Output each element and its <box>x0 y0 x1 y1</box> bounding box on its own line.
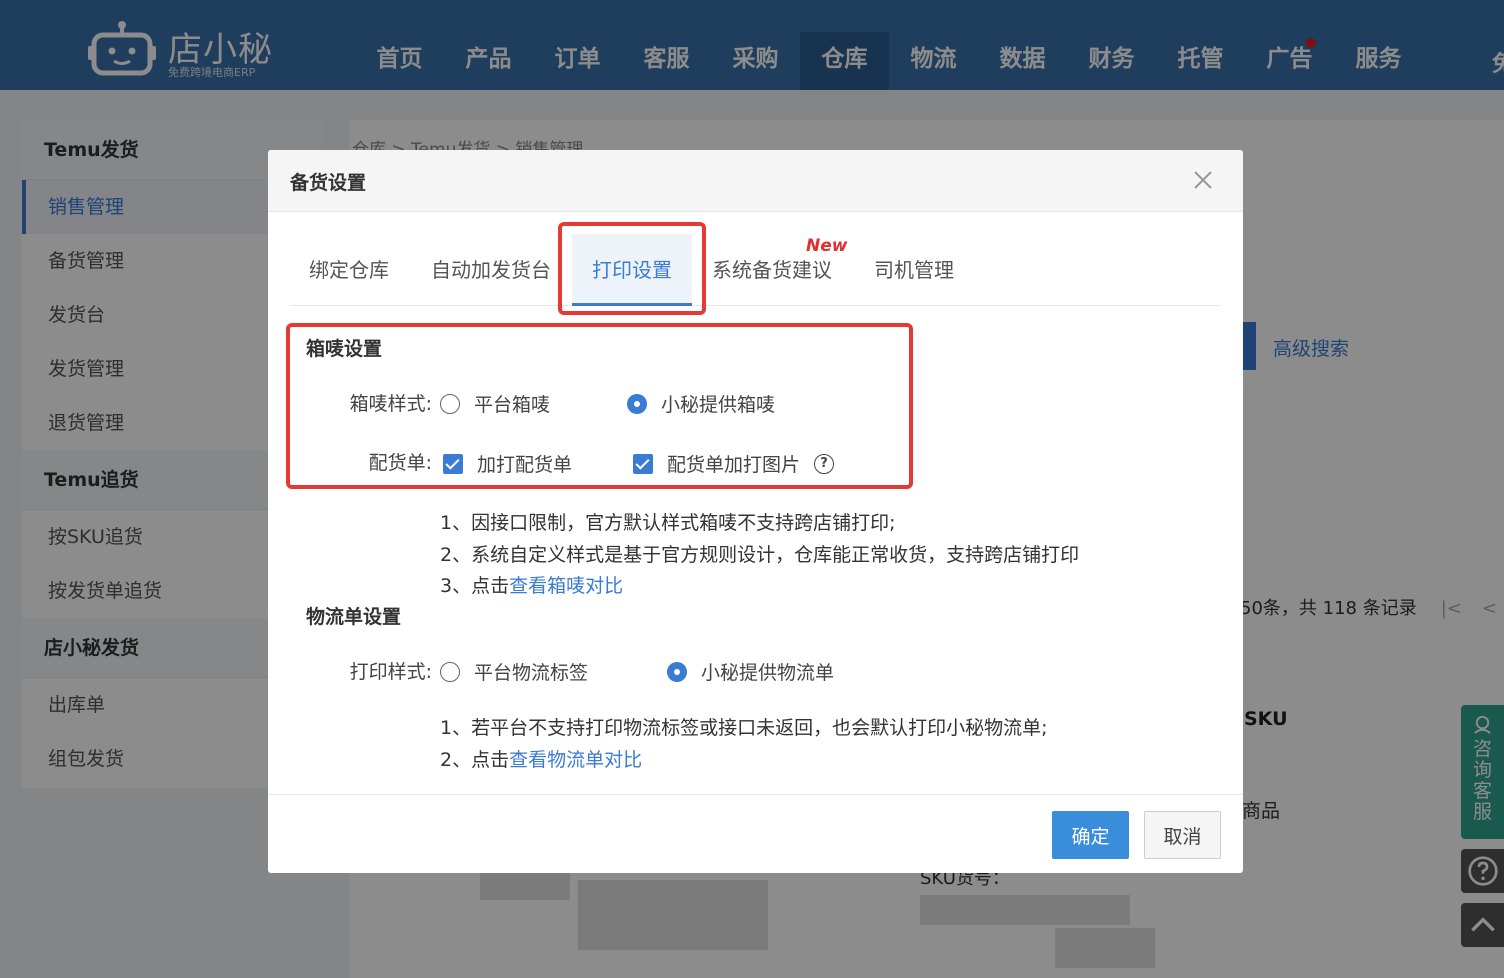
radio-xiaomi-logistics-label: 小秘提供物流单 <box>701 662 835 684</box>
new-badge: New <box>806 236 848 256</box>
radio-platform-label[interactable]: 平台物流标签 <box>440 658 588 685</box>
checkbox-pick-list-image-label: 配货单加打图片 <box>667 454 801 476</box>
radio-platform-label-text: 平台物流标签 <box>474 662 589 684</box>
view-box-compare-link[interactable]: 查看箱唛对比 <box>509 575 623 597</box>
logistics-note-1: 1、若平台不支持打印物流标签或接口未返回，也会默认打印小秘物流单; <box>440 717 1048 739</box>
radio-xiaomi-logistics[interactable]: 小秘提供物流单 <box>667 658 834 685</box>
highlight-box-tab <box>558 222 706 315</box>
dialog-footer: 确定 取消 <box>268 794 1243 873</box>
logistics-note-2-prefix: 2、点击 <box>440 749 510 771</box>
radio-xiaomi-box-label: 小秘提供箱唛 <box>661 394 776 416</box>
checkbox-print-pick-list[interactable]: 加打配货单 <box>443 450 572 477</box>
checkbox-print-pick-list-label: 加打配货单 <box>477 454 573 476</box>
box-note-3-prefix: 3、点击 <box>440 575 510 597</box>
box-note-2: 2、系统自定义样式是基于官方规则设计，仓库能正常收货，支持跨店铺打印 <box>440 544 1080 566</box>
confirm-button[interactable]: 确定 <box>1052 811 1129 859</box>
box-settings-title: 箱唛设置 <box>306 338 383 360</box>
pick-list-label: 配货单: <box>368 452 432 474</box>
radio-circle <box>440 393 460 414</box>
radio-platform-box[interactable]: 平台箱唛 <box>440 390 550 417</box>
box-note-3: 3、点击查看箱唛对比 <box>440 571 623 598</box>
help-circle-icon[interactable]: ? <box>814 453 835 474</box>
stock-settings-dialog: 备货设置 绑定仓库 自动加发货台 打印设置 系统备货建议 司机管理 New 箱唛… <box>268 150 1243 873</box>
box-style-label: 箱唛样式: <box>349 393 432 415</box>
tab-driver-manage[interactable]: 司机管理 <box>858 234 970 306</box>
close-icon[interactable] <box>1191 168 1215 192</box>
settings-tabs: 绑定仓库 自动加发货台 打印设置 系统备货建议 司机管理 <box>290 234 1220 306</box>
radio-circle-selected <box>667 661 687 682</box>
radio-circle-selected <box>627 393 647 414</box>
radio-circle <box>440 661 460 682</box>
cancel-button[interactable]: 取消 <box>1144 811 1221 859</box>
view-logistics-compare-link[interactable]: 查看物流单对比 <box>509 749 642 771</box>
radio-xiaomi-box[interactable]: 小秘提供箱唛 <box>627 390 775 417</box>
dialog-header: 备货设置 <box>268 150 1243 212</box>
radio-platform-box-label: 平台箱唛 <box>474 394 551 416</box>
checkbox-checked <box>443 453 463 474</box>
tab-auto-add[interactable]: 自动加发货台 <box>420 234 562 306</box>
checkbox-pick-list-image[interactable]: 配货单加打图片 ? <box>633 450 835 477</box>
logistics-settings-title: 物流单设置 <box>306 606 402 628</box>
box-note-1: 1、因接口限制，官方默认样式箱唛不支持跨店铺打印; <box>440 512 896 534</box>
checkbox-checked <box>633 453 653 474</box>
logistics-note-2: 2、点击查看物流单对比 <box>440 745 642 772</box>
tab-bind-warehouse[interactable]: 绑定仓库 <box>290 234 408 306</box>
dialog-title: 备货设置 <box>290 172 367 194</box>
print-style-label: 打印样式: <box>349 661 432 683</box>
